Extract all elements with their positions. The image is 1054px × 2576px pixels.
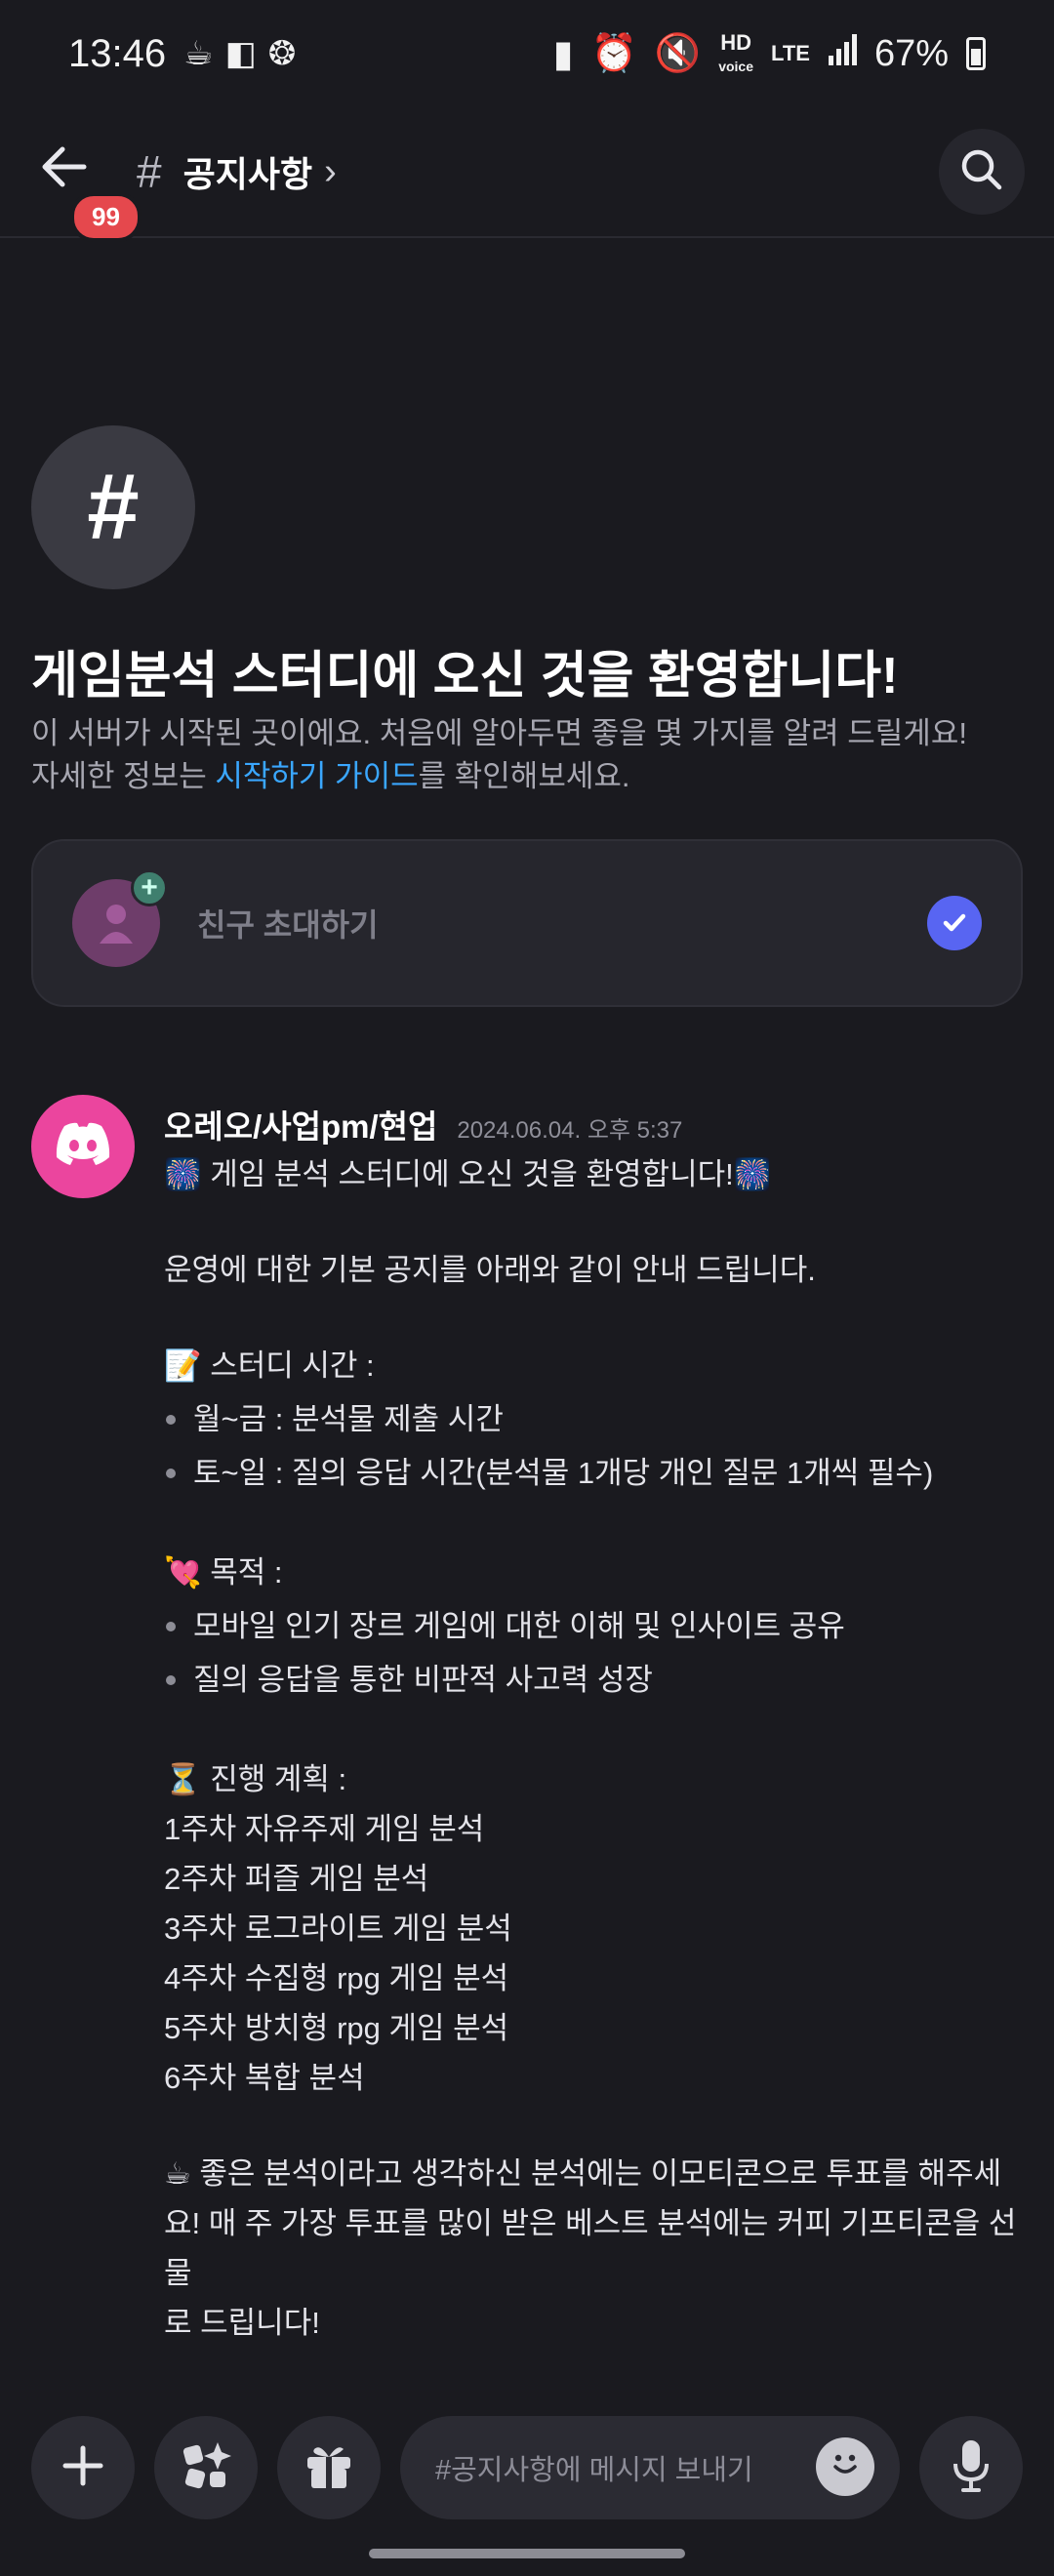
smiley-icon: [826, 2443, 865, 2490]
invite-friends-card[interactable]: + 친구 초대하기: [31, 839, 1023, 1007]
welcome-desc-line2: 자세한 정보는 시작하기 가이드를 확인해보세요.: [31, 755, 1027, 798]
welcome-description: 이 서버가 시작된 곳이에요. 처음에 알아두면 좋을 몇 가지를 알려 드릴게…: [31, 712, 1027, 798]
list-item: 모바일 인기 장르 게임에 대한 이해 및 인사이트 공유: [164, 1601, 1023, 1651]
back-arrow-icon: [39, 145, 88, 193]
status-bar: 13:46 ☕ ◧ ❂ ▮ ⏰ 🔇 HD voice LTE 67%: [0, 0, 1054, 107]
purpose-heading: 💘 목적 :: [164, 1555, 283, 1590]
plan-item: 3주차 로그라이트 게임 분석: [164, 1912, 512, 1946]
plus-icon: [60, 2442, 106, 2494]
message-body: 🎆 게임 분석 스터디에 오신 것을 환영합니다!🎆 운영에 대한 기본 공지를…: [164, 1149, 1023, 2348]
search-button[interactable]: [939, 129, 1025, 215]
channel-hash-large-icon: #: [31, 425, 195, 589]
channel-hash-icon: #: [137, 146, 162, 197]
list-item: 월~금 : 분석물 제출 시간: [164, 1394, 1023, 1444]
hd-label: HD: [720, 30, 751, 55]
desc-suffix: 를 확인해보세요.: [418, 759, 630, 793]
add-attachment-button[interactable]: [31, 2416, 135, 2519]
discord-logo-icon: [51, 1120, 115, 1174]
status-time: 13:46: [68, 31, 167, 75]
message-author[interactable]: 오레오/사업pm/현업: [164, 1101, 437, 1147]
battery-saver-icon: ▮: [552, 33, 574, 75]
lte-icon: LTE: [771, 41, 810, 65]
list-item: 토~일 : 질의 응답 시간(분석물 1개당 개인 질문 1개씩 필수): [164, 1448, 1023, 1498]
list-item: 질의 응답을 통한 비판적 사고력 성장: [164, 1655, 1023, 1705]
plan-item: 4주차 수집형 rpg 게임 분석: [164, 1961, 509, 1995]
message-composer: #공지사항에 메시지 보내기: [0, 2391, 1054, 2576]
plan-item: 6주차 복합 분석: [164, 2061, 365, 2095]
message-timestamp: 2024.06.04. 오후 5:37: [457, 1117, 683, 1144]
plus-icon: +: [131, 869, 168, 906]
status-app-icons: ☕ ◧ ❂: [183, 34, 296, 73]
closing-line: 요! 매 주 가장 투표를 많이 받은 베스트 분석에는 커피 기프티콘을 선물: [164, 2206, 1017, 2290]
closing-line: 로 드립니다!: [164, 2306, 320, 2340]
message-input[interactable]: #공지사항에 메시지 보내기: [400, 2416, 900, 2519]
channel-header: 99 # 공지사항 ›: [0, 107, 1054, 242]
status-right: ▮ ⏰ 🔇 HD voice LTE 67%: [553, 32, 986, 76]
message-input-placeholder: #공지사항에 메시지 보내기: [435, 2455, 753, 2486]
apps-button[interactable]: [154, 2416, 258, 2519]
coffee-icon: ☕: [183, 35, 214, 72]
author-avatar[interactable]: [31, 1095, 135, 1198]
microphone-icon: [950, 2438, 993, 2498]
signal-icon: [828, 33, 857, 75]
gift-button[interactable]: [277, 2416, 381, 2519]
emoji-button[interactable]: [816, 2437, 874, 2496]
battery-percent: 67%: [873, 32, 949, 74]
plan-item: 5주차 방치형 rpg 게임 분석: [164, 2011, 509, 2045]
welcome-title: 게임분석 스터디에 오신 것을 환영합니다!: [31, 648, 899, 704]
mute-icon: 🔇: [654, 33, 702, 74]
channel-title[interactable]: 공지사항: [183, 146, 312, 197]
plan-item: 2주차 퍼즐 게임 분석: [164, 1862, 429, 1896]
welcome-desc-line1: 이 서버가 시작된 곳이에요. 처음에 알아두면 좋을 몇 가지를 알려 드릴게…: [31, 716, 967, 750]
status-left: 13:46 ☕ ◧ ❂: [68, 32, 296, 76]
plan-item: 1주차 자유주제 게임 분석: [164, 1812, 485, 1846]
message-line-intro: 운영에 대한 기본 공지를 아래와 같이 안내 드립니다.: [164, 1253, 816, 1287]
battery-icon: [966, 37, 986, 70]
settings-ring-icon: ❂: [267, 35, 297, 72]
check-icon: [927, 896, 982, 950]
plan-heading: ⏳ 진행 계획 :: [164, 1762, 347, 1796]
message-line-welcome: 🎆 게임 분석 스터디에 오신 것을 환영합니다!🎆: [164, 1157, 772, 1191]
sparkle-apps-icon: [179, 2438, 233, 2498]
hd-voice-icon: HD voice: [718, 32, 753, 75]
closing-line: ☕ 좋은 분석이라고 생각하신 분석에는 이모티콘으로 투표를 해주세: [164, 2156, 1002, 2191]
gift-icon: [303, 2439, 355, 2497]
desc-prefix: 자세한 정보는: [31, 759, 216, 793]
app-icon: ◧: [224, 35, 257, 72]
invite-label: 친구 초대하기: [197, 907, 379, 943]
unread-badge: 99: [70, 192, 142, 242]
voice-message-button[interactable]: [919, 2416, 1023, 2519]
home-indicator: [369, 2549, 685, 2558]
chevron-right-icon[interactable]: ›: [324, 151, 337, 193]
getting-started-guide-link[interactable]: 시작하기 가이드: [215, 759, 418, 793]
back-button[interactable]: 99: [29, 128, 142, 242]
invite-user-icon: +: [72, 869, 168, 967]
message-header: 오레오/사업pm/현업 2024.06.04. 오후 5:37: [164, 1101, 682, 1147]
voice-label: voice: [718, 59, 754, 74]
search-icon: [959, 147, 1004, 197]
study-time-heading: 📝 스터디 시간 :: [164, 1348, 375, 1383]
alarm-icon: ⏰: [590, 33, 637, 74]
